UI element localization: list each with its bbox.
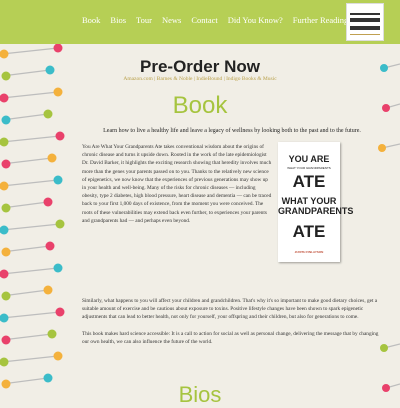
thumb-text-line — [350, 18, 380, 22]
book-section-heading: Book — [172, 92, 228, 119]
nav-did-you-know[interactable]: Did You Know? — [228, 15, 283, 25]
main-nav: Book Bios Tour News Contact Did You Know… — [82, 15, 358, 25]
nav-contact[interactable]: Contact — [191, 15, 217, 25]
nav-tour[interactable]: Tour — [136, 15, 152, 25]
cover-author: JUDITH FINLAYSON — [294, 250, 324, 254]
cover-title-line: YOU ARE — [288, 154, 330, 164]
thumb-text-line — [350, 13, 380, 15]
cover-title-line: ATE — [292, 222, 326, 241]
cover-title-line: ATE — [292, 172, 326, 191]
nav-bios[interactable]: Bios — [110, 15, 126, 25]
preorder-title: Pre-Order Now — [140, 57, 260, 76]
cover-title-line: WHAT YOUR GRANDPARENTS — [287, 166, 331, 170]
nav-book[interactable]: Book — [82, 15, 100, 25]
book-cover-image: YOU ARE WHAT YOUR GRANDPARENTS ATE WHAT … — [278, 142, 354, 262]
retailer-links[interactable]: Amazon.com | Barnes & Noble | IndieBound… — [0, 76, 400, 82]
nav-further-reading[interactable]: Further Reading — [293, 15, 348, 25]
book-description-paragraph: Similarly, what happens to you will affe… — [82, 298, 378, 321]
thumb-text-line — [350, 26, 380, 30]
bios-section-heading: Bios — [178, 382, 222, 407]
book-description-paragraph: This book makes hard science accessible:… — [82, 331, 379, 346]
nav-news[interactable]: News — [162, 15, 181, 25]
book-tagline: Learn how to live a healthy life and lea… — [103, 128, 361, 134]
cover-title-line: WHAT YOUR GRANDPARENTS — [278, 196, 354, 216]
book-thumbnail[interactable] — [346, 3, 384, 41]
thumb-text-line — [350, 34, 380, 35]
book-description-paragraph: You Are What Your Grandparents Ate takes… — [82, 144, 272, 224]
